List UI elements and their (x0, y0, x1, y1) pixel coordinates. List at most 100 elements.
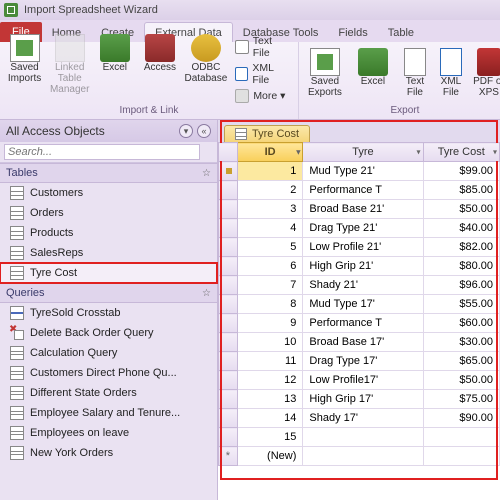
nav-search-input[interactable] (4, 144, 200, 160)
nav-table-item[interactable]: Orders (0, 203, 217, 223)
nav-table-item[interactable]: Products (0, 223, 217, 243)
cell-id[interactable]: 15 (237, 428, 303, 447)
column-header-tyre[interactable]: Tyre▾ (303, 143, 423, 162)
cell-tyre[interactable] (303, 447, 423, 466)
cell-cost[interactable]: $85.00 (423, 181, 499, 200)
nav-table-item[interactable]: Customers (0, 183, 217, 203)
row-selector[interactable] (219, 276, 238, 295)
cell-tyre[interactable]: Shady 21' (303, 276, 423, 295)
cell-cost[interactable]: $30.00 (423, 333, 499, 352)
import-xmlfile-button[interactable]: XML File (231, 61, 294, 87)
cell-cost[interactable]: $90.00 (423, 409, 499, 428)
cell-id[interactable]: 13 (237, 390, 303, 409)
nav-dropdown-button[interactable]: ▾ (179, 124, 193, 138)
import-excel-button[interactable]: Excel (94, 34, 135, 73)
cell-cost[interactable]: $50.00 (423, 200, 499, 219)
document-tab-tyre-cost[interactable]: Tyre Cost (224, 125, 310, 142)
queries-group-header[interactable]: Queries ☆ (0, 283, 217, 303)
cell-tyre[interactable]: Performance T (303, 181, 423, 200)
cell-cost[interactable]: $50.00 (423, 371, 499, 390)
export-textfile-button[interactable]: Text File (399, 48, 431, 98)
datasheet-grid[interactable]: ID▾ Tyre▾ Tyre Cost▾ 1Mud Type 21'$99.00… (218, 142, 500, 466)
nav-query-item[interactable]: Calculation Query (0, 343, 217, 363)
table-row[interactable]: 7Shady 21'$96.00 (219, 276, 500, 295)
row-selector[interactable] (219, 295, 238, 314)
odbc-database-button[interactable]: ODBC Database (185, 34, 228, 84)
import-more-button[interactable]: More ▾ (231, 88, 294, 104)
cell-cost[interactable]: $99.00 (423, 162, 499, 181)
cell-tyre[interactable]: High Grip 21' (303, 257, 423, 276)
table-row[interactable]: 10Broad Base 17'$30.00 (219, 333, 500, 352)
cell-tyre[interactable]: Mud Type 21' (303, 162, 423, 181)
cell-id[interactable]: 5 (237, 238, 303, 257)
cell-cost[interactable] (423, 428, 499, 447)
export-pdf-button[interactable]: PDF or XPS (471, 48, 500, 98)
cell-cost[interactable]: $82.00 (423, 238, 499, 257)
table-row[interactable]: 3Broad Base 21'$50.00 (219, 200, 500, 219)
row-selector[interactable] (219, 409, 238, 428)
table-row[interactable]: 12Low Profile17'$50.00 (219, 371, 500, 390)
nav-query-item[interactable]: New York Orders (0, 443, 217, 463)
row-selector[interactable] (219, 314, 238, 333)
nav-query-item[interactable]: Employee Salary and Tenure... (0, 403, 217, 423)
cell-id[interactable]: (New) (237, 447, 303, 466)
cell-id[interactable]: 2 (237, 181, 303, 200)
import-textfile-button[interactable]: Text File (231, 34, 294, 60)
nav-query-item[interactable]: Delete Back Order Query (0, 323, 217, 343)
table-row[interactable]: 11Drag Type 17'$65.00 (219, 352, 500, 371)
tables-group-header[interactable]: Tables ☆ (0, 163, 217, 183)
tab-table[interactable]: Table (378, 23, 424, 42)
cell-tyre[interactable]: Broad Base 21' (303, 200, 423, 219)
table-row[interactable]: 1Mud Type 21'$99.00 (219, 162, 500, 181)
cell-tyre[interactable]: Drag Type 17' (303, 352, 423, 371)
row-selector[interactable] (219, 200, 238, 219)
tab-fields[interactable]: Fields (328, 23, 377, 42)
cell-id[interactable]: 3 (237, 200, 303, 219)
row-selector[interactable] (219, 371, 238, 390)
nav-collapse-button[interactable]: « (197, 124, 211, 138)
table-row[interactable]: 2Performance T$85.00 (219, 181, 500, 200)
export-excel-button[interactable]: Excel (351, 48, 395, 87)
cell-id[interactable]: 7 (237, 276, 303, 295)
nav-query-item[interactable]: Customers Direct Phone Qu... (0, 363, 217, 383)
dropdown-icon[interactable]: ▾ (417, 148, 421, 157)
cell-tyre[interactable]: Low Profile17' (303, 371, 423, 390)
cell-id[interactable]: 14 (237, 409, 303, 428)
cell-tyre[interactable]: Performance T (303, 314, 423, 333)
row-selector[interactable] (219, 238, 238, 257)
cell-cost[interactable]: $80.00 (423, 257, 499, 276)
nav-table-item[interactable]: SalesReps (0, 243, 217, 263)
nav-query-item[interactable]: Different State Orders (0, 383, 217, 403)
table-row[interactable]: 15 (219, 428, 500, 447)
cell-cost[interactable] (423, 447, 499, 466)
new-row[interactable]: *(New) (219, 447, 500, 466)
cell-tyre[interactable]: Broad Base 17' (303, 333, 423, 352)
cell-tyre[interactable]: Mud Type 17' (303, 295, 423, 314)
dropdown-icon[interactable]: ▾ (493, 148, 497, 157)
cell-id[interactable]: 12 (237, 371, 303, 390)
cell-id[interactable]: 4 (237, 219, 303, 238)
cell-cost[interactable]: $60.00 (423, 314, 499, 333)
cell-cost[interactable]: $55.00 (423, 295, 499, 314)
cell-cost[interactable]: $65.00 (423, 352, 499, 371)
row-selector[interactable] (219, 219, 238, 238)
cell-tyre[interactable]: Drag Type 21' (303, 219, 423, 238)
row-selector[interactable] (219, 162, 238, 181)
nav-query-item[interactable]: Employees on leave (0, 423, 217, 443)
select-all-cell[interactable] (219, 143, 238, 162)
cell-cost[interactable]: $96.00 (423, 276, 499, 295)
table-row[interactable]: 4Drag Type 21'$40.00 (219, 219, 500, 238)
table-row[interactable]: 14Shady 17'$90.00 (219, 409, 500, 428)
row-selector[interactable] (219, 181, 238, 200)
cell-tyre[interactable] (303, 428, 423, 447)
cell-id[interactable]: 10 (237, 333, 303, 352)
nav-table-item[interactable]: Tyre Cost (0, 263, 217, 283)
column-header-cost[interactable]: Tyre Cost▾ (423, 143, 499, 162)
cell-tyre[interactable]: Shady 17' (303, 409, 423, 428)
table-row[interactable]: 9Performance T$60.00 (219, 314, 500, 333)
row-selector[interactable] (219, 390, 238, 409)
nav-query-item[interactable]: TyreSold Crosstab (0, 303, 217, 323)
table-row[interactable]: 5Low Profile 21'$82.00 (219, 238, 500, 257)
row-selector[interactable] (219, 352, 238, 371)
saved-exports-button[interactable]: Saved Exports (303, 48, 347, 98)
